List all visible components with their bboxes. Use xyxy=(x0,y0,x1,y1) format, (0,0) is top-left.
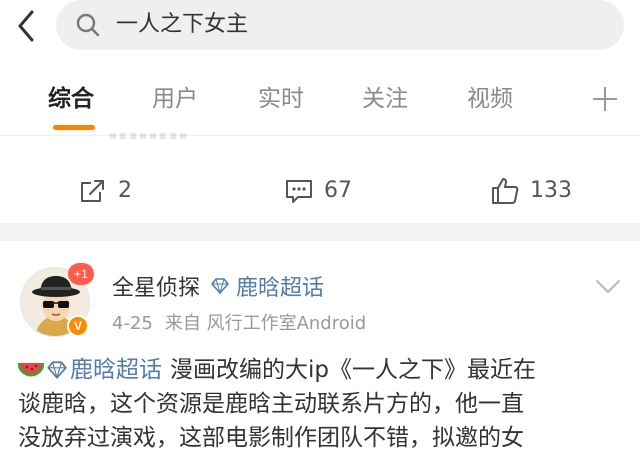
feed-divider xyxy=(0,223,640,241)
post-text: 鹿晗超话 漫画改编的大ip《一人之下》最近在 谈鹿晗，这个资源是鹿晗主动联系片方… xyxy=(18,353,618,455)
diamond-icon xyxy=(47,361,67,379)
search-tabs: 综合 用户 实时 关注 视频 xyxy=(0,70,640,136)
like-button[interactable]: 133 xyxy=(490,173,572,209)
post-card: +1 V 全星侦探 鹿晗超话 4-25 来自 风行工作室Android 鹿晗超话… xyxy=(0,241,640,463)
search-icon xyxy=(76,13,100,37)
post-source: 来自 风行工作室Android xyxy=(164,313,367,334)
active-tab-indicator xyxy=(53,125,95,130)
post-text-line-2: 谈鹿晗，这个资源是鹿晗主动联系片方的，他一直 xyxy=(18,391,524,417)
clipped-text-remnant xyxy=(110,133,190,139)
thumbs-up-icon xyxy=(492,178,519,204)
post-time: 4-25 xyxy=(112,313,153,334)
search-input[interactable]: 一人之下女主 xyxy=(56,0,624,50)
tab-following[interactable]: 关注 xyxy=(362,82,408,116)
repost-icon xyxy=(81,180,104,202)
notification-badge: +1 xyxy=(68,263,94,285)
post-text-segment: 漫画改编的大ip《一人之下》最近在 xyxy=(170,357,536,383)
comment-count: 67 xyxy=(324,178,352,203)
diamond-icon xyxy=(211,278,229,294)
tab-users[interactable]: 用户 xyxy=(152,82,198,116)
super-topic-name: 鹿晗超话 xyxy=(236,276,325,301)
verified-badge: V xyxy=(67,315,89,337)
post-text-line-3: 没放弃过演戏，这部电影制作团队不错，拟邀的女 xyxy=(18,425,524,451)
search-query: 一人之下女主 xyxy=(116,12,249,37)
comment-icon xyxy=(286,180,312,203)
post-topic-link[interactable]: 鹿晗超话 xyxy=(70,353,162,387)
comment-button[interactable]: 67 xyxy=(284,173,352,209)
tab-realtime[interactable]: 实时 xyxy=(258,82,304,116)
search-header: 一人之下女主 xyxy=(0,0,640,56)
chevron-down-icon[interactable] xyxy=(594,277,622,297)
post-meta: 4-25 来自 风行工作室Android xyxy=(112,311,366,337)
repost-count: 2 xyxy=(118,178,132,203)
watermelon-icon xyxy=(18,362,44,377)
previous-post-action-bar: 2 67 133 xyxy=(0,133,640,223)
post-text-line-1: 鹿晗超话 漫画改编的大ip《一人之下》最近在 xyxy=(18,353,618,387)
post-header: 全星侦探 鹿晗超话 xyxy=(112,269,324,303)
back-icon[interactable] xyxy=(8,6,44,42)
author-name[interactable]: 全星侦探 xyxy=(112,270,200,302)
repost-button[interactable]: 2 xyxy=(78,173,132,209)
like-count: 133 xyxy=(530,178,572,203)
add-tab-icon[interactable] xyxy=(590,82,620,116)
super-topic-link[interactable]: 鹿晗超话 xyxy=(210,270,324,302)
tab-video[interactable]: 视频 xyxy=(467,82,513,116)
tab-comprehensive[interactable]: 综合 xyxy=(48,82,94,116)
